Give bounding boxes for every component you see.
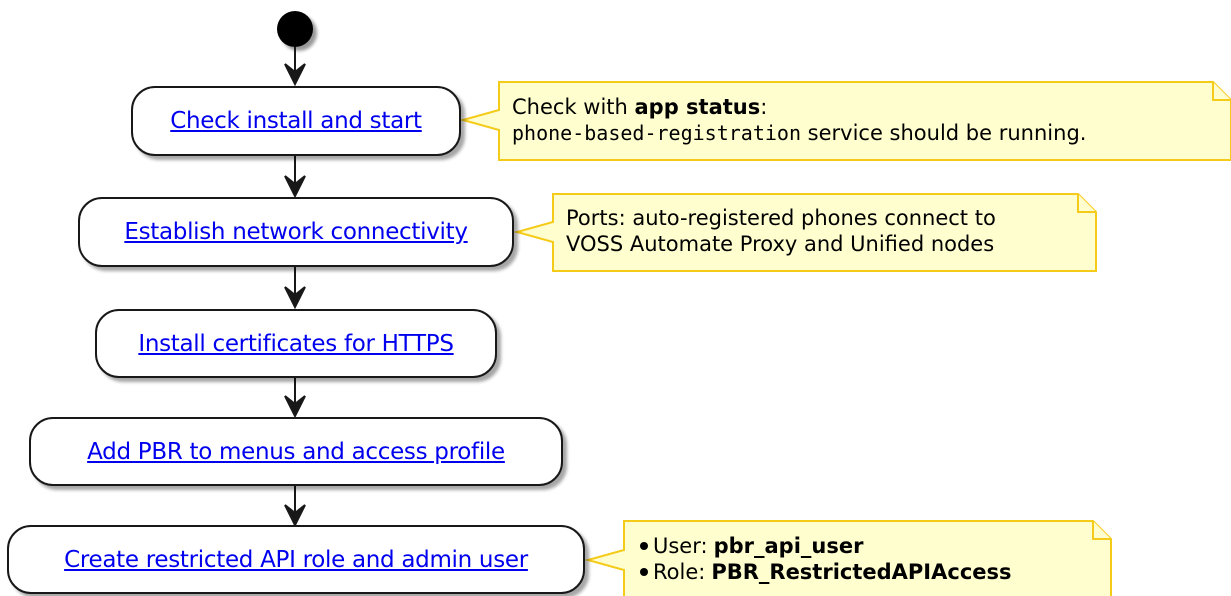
step-network-connectivity: Establish network connectivity: [78, 197, 514, 267]
step-add-pbr-menus-link[interactable]: Add PBR to menus and access profile: [87, 439, 505, 465]
note-role-user-item: User: pbr_api_user: [640, 533, 1012, 559]
step-install-certificates: Install certificates for HTTPS: [95, 309, 497, 378]
note-role-role-item: Role: PBR_RestrictedAPIAccess: [640, 559, 1012, 585]
step-network-connectivity-link[interactable]: Establish network connectivity: [124, 219, 468, 245]
note-network-line-1: Ports: auto-registered phones connect to: [566, 206, 996, 230]
note-install-line-2: phone-based-registration service should …: [512, 121, 1087, 145]
bullet-icon: [640, 568, 648, 576]
step-install-certificates-link[interactable]: Install certificates for HTTPS: [138, 331, 454, 357]
note-role-user-value: pbr_api_user: [713, 534, 864, 558]
note-role-role-value: PBR_RestrictedAPIAccess: [711, 560, 1012, 584]
step-check-install: Check install and start: [131, 86, 461, 156]
note-install: Check with app status: phone-based-regis…: [512, 94, 1086, 146]
note-install-service-name: phone-based-registration: [512, 121, 801, 145]
step-create-api-role: Create restricted API role and admin use…: [7, 525, 585, 594]
step-add-pbr-menus: Add PBR to menus and access profile: [29, 417, 563, 486]
step-check-install-link[interactable]: Check install and start: [170, 108, 422, 134]
connector-start-to-step-1: [284, 47, 306, 87]
note-install-line-1: Check with app status:: [512, 95, 768, 119]
note-role: User: pbr_api_user Role: PBR_RestrictedA…: [640, 533, 1012, 585]
connector-step-3-to-step-4: [284, 378, 306, 419]
start-node: [277, 11, 313, 47]
connector-step-1-to-step-2: [284, 156, 306, 199]
connector-step-4-to-step-5: [284, 486, 306, 528]
note-network: Ports: auto-registered phones connect to…: [566, 205, 996, 257]
bullet-icon: [640, 542, 648, 550]
note-network-line-2: VOSS Automate Proxy and Unified nodes: [566, 232, 995, 256]
step-create-api-role-link[interactable]: Create restricted API role and admin use…: [64, 547, 528, 573]
connector-step-2-to-step-3: [284, 267, 306, 310]
note-install-command: app status: [634, 95, 761, 119]
